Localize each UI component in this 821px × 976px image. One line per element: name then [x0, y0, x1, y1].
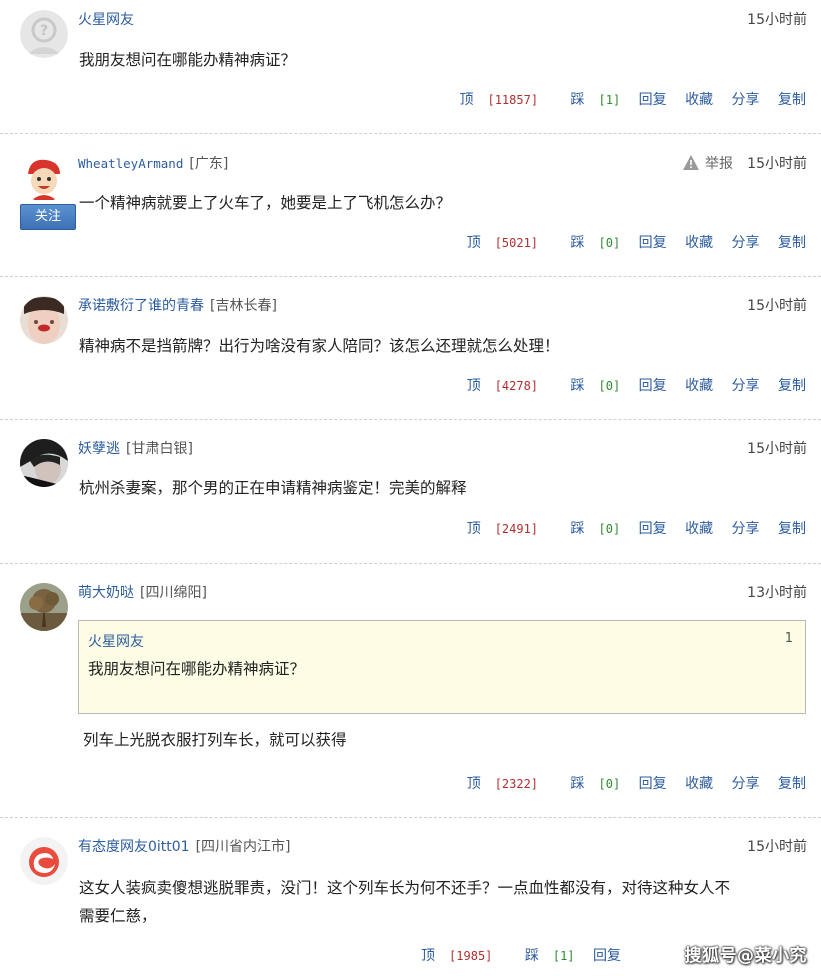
timestamp: 15小时前 [747, 441, 807, 457]
report-button[interactable]: 举报 [683, 154, 733, 176]
reply-button[interactable]: 回复 [639, 521, 667, 537]
avatar[interactable] [20, 296, 68, 344]
action-bar: 顶 [5021] 踩 [0] 回复 收藏 分享 复制 [439, 233, 806, 253]
quote-floor-number: 1 [784, 631, 793, 646]
quoted-comment: 火星网友 1 我朋友想问在哪能办精神病证？ [78, 620, 806, 714]
username-link[interactable]: 妖孽逃 [78, 441, 120, 457]
downvote-button[interactable]: 踩 [0] [557, 776, 621, 792]
comment-item: ? 火星网友 15小时前 我朋友想问在哪能办精神病证？ 顶 [11857] 踩 [1… [0, 0, 821, 134]
timestamp: 13小时前 [747, 585, 807, 601]
downvote-button[interactable]: 踩 [0] [557, 378, 621, 394]
comment-text: 列车上光脱衣服打列车长，就可以获得 [83, 731, 347, 749]
action-bar: 顶 [2491] 踩 [0] 回复 收藏 分享 复制 [439, 519, 806, 539]
report-label: 举报 [705, 156, 733, 172]
avatar-image [20, 296, 68, 344]
downvote-button[interactable]: 踩 [1] [557, 92, 621, 108]
svg-text:?: ? [40, 23, 48, 39]
copy-button[interactable]: 复制 [778, 776, 806, 792]
avatar-image [20, 439, 68, 487]
username-link[interactable]: 承诺敷衍了谁的青春 [78, 298, 204, 314]
reply-button[interactable]: 回复 [639, 92, 667, 108]
action-bar: 顶 [11857] 踩 [1] 回复 收藏 分享 复制 [431, 90, 806, 110]
comment-text-line: 需要仁慈， [79, 907, 157, 925]
comment-text: 一个精神病就要上了火车了，她要是上了飞机怎么办？ [79, 194, 452, 212]
avatar[interactable] [20, 154, 68, 202]
upvote-button[interactable]: 顶 [1985] [407, 948, 492, 964]
username-link[interactable]: 火星网友 [78, 12, 134, 28]
timestamp: 15小时前 [747, 12, 807, 28]
upvote-button[interactable]: 顶 [2491] [453, 521, 538, 537]
copy-button[interactable]: 复制 [778, 235, 806, 251]
comment-header: 妖孽逃 [甘肃白银] [78, 439, 193, 459]
favorite-button[interactable]: 收藏 [685, 235, 713, 251]
comment-text: 我朋友想问在哪能办精神病证？ [79, 51, 297, 69]
avatar[interactable]: ? [20, 10, 68, 58]
username-link[interactable]: 有态度网友0itt01 [78, 839, 190, 855]
favorite-button[interactable]: 收藏 [685, 776, 713, 792]
favorite-button[interactable]: 收藏 [685, 92, 713, 108]
upvote-button[interactable]: 顶 [2322] [453, 776, 538, 792]
comment-text-line: 这女人装疯卖傻想逃脱罪责，没门！这个列车长为何不还手？一点血性都没有，对待这种女… [79, 879, 731, 897]
watermark: 搜狐号@菜小究 [684, 946, 807, 966]
timestamp: 15小时前 [747, 156, 807, 172]
comment-header: 有态度网友0itt01 [四川省内江市] [78, 837, 291, 857]
reply-button[interactable]: 回复 [639, 378, 667, 394]
comment-text: 精神病不是挡箭牌？出行为啥没有家人陪同？该怎么还理就怎么处理！ [79, 337, 560, 355]
netease-logo-icon [20, 837, 68, 885]
favorite-button[interactable]: 收藏 [685, 521, 713, 537]
comment-text: 杭州杀妻案，那个男的正在申请精神病鉴定！完美的解释 [79, 479, 467, 497]
user-location: [四川省内江市] [195, 839, 291, 855]
comment-item: 关注 WheatleyArmand [广东] 举报 15小时前 一个精神病就要上了… [0, 134, 821, 277]
comment-header: WheatleyArmand [广东] [78, 154, 228, 174]
comment-item: 承诺敷衍了谁的青春 [吉林长春] 15小时前 精神病不是挡箭牌？出行为啥没有家人陪… [0, 277, 821, 420]
timestamp: 15小时前 [747, 298, 807, 314]
comment-header: 萌大奶哒 [四川绵阳] [78, 583, 207, 603]
reply-button[interactable]: 回复 [639, 776, 667, 792]
follow-button[interactable]: 关注 [20, 204, 76, 230]
share-button[interactable]: 分享 [732, 235, 760, 251]
action-bar: 顶 [4278] 踩 [0] 回复 收藏 分享 复制 [439, 376, 806, 396]
downvote-button[interactable]: 踩 [1] [511, 948, 575, 964]
username-link[interactable]: WheatleyArmand [78, 156, 183, 171]
upvote-button[interactable]: 顶 [4278] [453, 378, 538, 394]
action-bar: 顶 [1985] 踩 [1] 回复 [393, 946, 621, 966]
user-location: [广东] [189, 156, 229, 172]
copy-button[interactable]: 复制 [778, 378, 806, 394]
share-button[interactable]: 分享 [732, 378, 760, 394]
favorite-button[interactable]: 收藏 [685, 378, 713, 394]
downvote-button[interactable]: 踩 [0] [557, 235, 621, 251]
reply-button[interactable]: 回复 [639, 235, 667, 251]
action-bar: 顶 [2322] 踩 [0] 回复 收藏 分享 复制 [439, 774, 806, 794]
user-location: [甘肃白银] [126, 441, 193, 457]
warning-icon [683, 155, 699, 176]
copy-button[interactable]: 复制 [778, 521, 806, 537]
reply-button[interactable]: 回复 [593, 948, 621, 964]
default-avatar-icon: ? [20, 10, 68, 58]
timestamp: 15小时前 [747, 839, 807, 855]
avatar[interactable] [20, 837, 68, 885]
share-button[interactable]: 分享 [732, 92, 760, 108]
comment-text: 这女人装疯卖傻想逃脱罪责，没门！这个列车长为何不还手？一点血性都没有，对待这种女… [79, 874, 730, 930]
quoted-username[interactable]: 火星网友 [88, 631, 144, 651]
comment-item: 萌大奶哒 [四川绵阳] 13小时前 火星网友 1 我朋友想问在哪能办精神病证？ 列… [0, 564, 821, 818]
share-button[interactable]: 分享 [732, 521, 760, 537]
avatar-image [20, 583, 68, 631]
username-link[interactable]: 萌大奶哒 [78, 585, 134, 601]
downvote-button[interactable]: 踩 [0] [557, 521, 621, 537]
share-button[interactable]: 分享 [732, 776, 760, 792]
user-location: [四川绵阳] [140, 585, 207, 601]
avatar[interactable] [20, 583, 68, 631]
upvote-button[interactable]: 顶 [5021] [453, 235, 538, 251]
copy-button[interactable]: 复制 [778, 92, 806, 108]
avatar-image [20, 154, 68, 202]
user-location: [吉林长春] [210, 298, 277, 314]
comment-header: 承诺敷衍了谁的青春 [吉林长春] [78, 296, 277, 316]
avatar[interactable] [20, 439, 68, 487]
comment-item: 妖孽逃 [甘肃白银] 15小时前 杭州杀妻案，那个男的正在申请精神病鉴定！完美的解… [0, 420, 821, 564]
upvote-button[interactable]: 顶 [11857] [445, 92, 538, 108]
comment-header: 火星网友 [78, 10, 134, 30]
quoted-text: 我朋友想问在哪能办精神病证？ [88, 660, 306, 678]
